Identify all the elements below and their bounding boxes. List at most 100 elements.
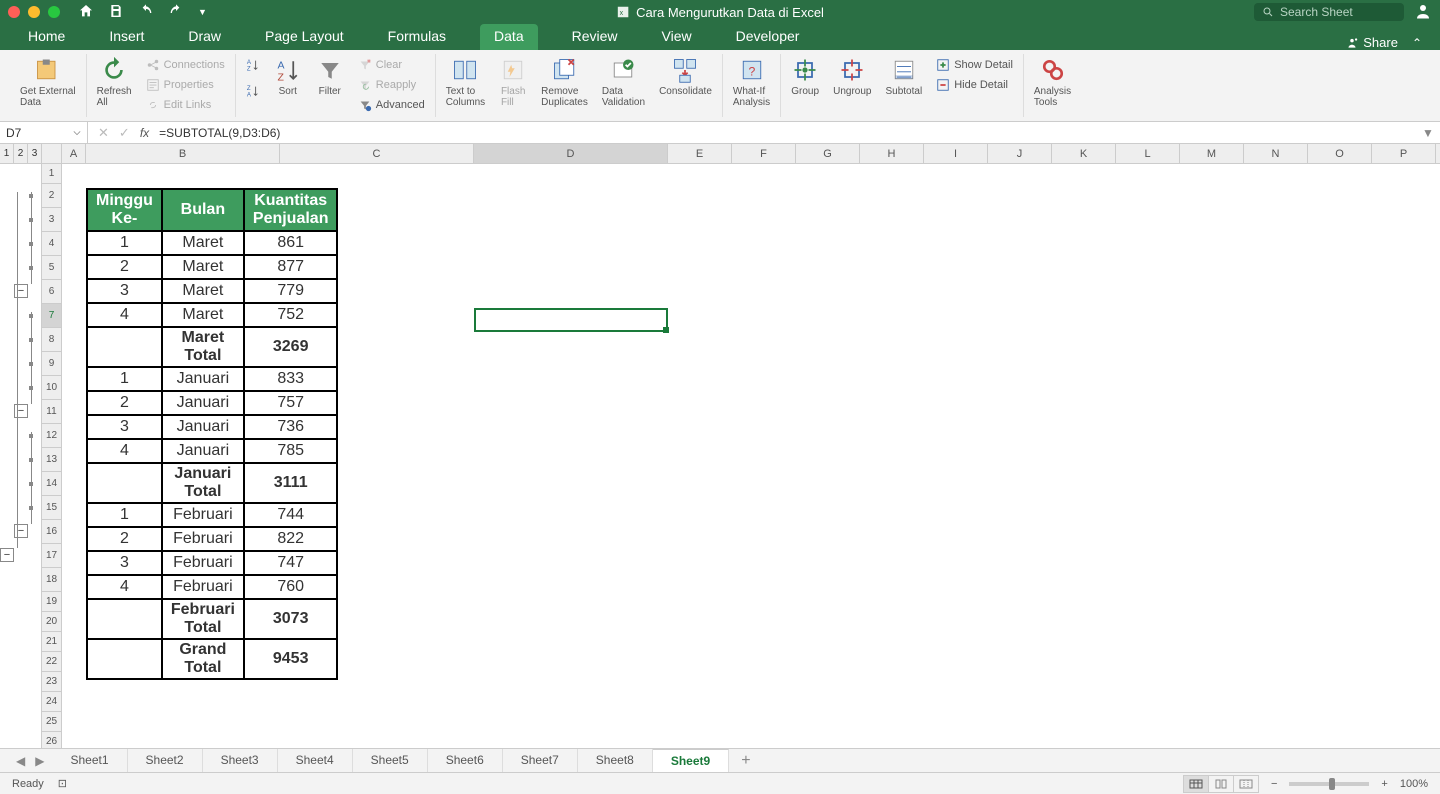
menu-tab-insert[interactable]: Insert	[99, 24, 154, 50]
cell[interactable]: 4	[87, 575, 162, 599]
sheet-tab-sheet8[interactable]: Sheet8	[578, 749, 653, 772]
row-header-8[interactable]: 8	[42, 328, 61, 352]
cell[interactable]: 861	[244, 231, 338, 255]
cell[interactable]: Februari Total	[162, 599, 244, 639]
table-row[interactable]: 2Januari757	[87, 391, 337, 415]
row-header-11[interactable]: 11	[42, 400, 61, 424]
cell[interactable]: 4	[87, 439, 162, 463]
table-row[interactable]: 3Maret779	[87, 279, 337, 303]
subtotal-button[interactable]: Subtotal	[885, 56, 922, 97]
sort-asc-button[interactable]: AZ	[246, 56, 260, 74]
row-header-12[interactable]: 12	[42, 424, 61, 448]
table-row[interactable]: 1Maret861	[87, 231, 337, 255]
cell[interactable]	[87, 599, 162, 639]
macro-record-icon[interactable]: ⊡	[58, 777, 67, 790]
sheet-tab-sheet7[interactable]: Sheet7	[503, 749, 578, 772]
row-header-3[interactable]: 3	[42, 208, 61, 232]
cell[interactable]: 1	[87, 231, 162, 255]
column-header-M[interactable]: M	[1180, 144, 1244, 163]
outline-level-3[interactable]: 3	[28, 144, 41, 163]
header-bulan[interactable]: Bulan	[162, 189, 244, 231]
cell[interactable]	[87, 639, 162, 679]
accept-formula-icon[interactable]: ✓	[119, 125, 130, 141]
cell[interactable]: Maret Total	[162, 327, 244, 367]
cell[interactable]: 2	[87, 527, 162, 551]
table-row[interactable]: 3Februari747	[87, 551, 337, 575]
row-header-4[interactable]: 4	[42, 232, 61, 256]
column-header-H[interactable]: H	[860, 144, 924, 163]
sheet-nav-next-icon[interactable]: ▶	[35, 754, 44, 768]
row-header-15[interactable]: 15	[42, 496, 61, 520]
row-header-13[interactable]: 13	[42, 448, 61, 472]
cell[interactable]: 744	[244, 503, 338, 527]
cell[interactable]: Januari Total	[162, 463, 244, 503]
row-header-18[interactable]: 18	[42, 568, 61, 592]
cell[interactable]: Maret	[162, 231, 244, 255]
row-header-5[interactable]: 5	[42, 256, 61, 280]
view-page-layout-button[interactable]	[1208, 775, 1234, 793]
cell[interactable]: Maret	[162, 303, 244, 327]
row-header-25[interactable]: 25	[42, 712, 61, 732]
row-header-19[interactable]: 19	[42, 592, 61, 612]
row-header-22[interactable]: 22	[42, 652, 61, 672]
text-to-columns-button[interactable]: Text to Columns	[446, 56, 485, 108]
sheet-tab-sheet5[interactable]: Sheet5	[353, 749, 428, 772]
outline-level-2[interactable]: 2	[14, 144, 28, 163]
column-header-B[interactable]: B	[86, 144, 280, 163]
sort-desc-button[interactable]: ZA	[246, 82, 260, 100]
column-header-P[interactable]: P	[1372, 144, 1436, 163]
what-if-analysis-button[interactable]: ?What-If Analysis	[733, 56, 770, 108]
row-header-20[interactable]: 20	[42, 612, 61, 632]
row-header-24[interactable]: 24	[42, 692, 61, 712]
cell[interactable]: 3	[87, 551, 162, 575]
table-row[interactable]: 2Februari822	[87, 527, 337, 551]
column-header-L[interactable]: L	[1116, 144, 1180, 163]
flash-fill-button[interactable]: Flash Fill	[499, 56, 527, 108]
column-header-F[interactable]: F	[732, 144, 796, 163]
table-row[interactable]: 4Januari785	[87, 439, 337, 463]
table-row[interactable]: 2Maret877	[87, 255, 337, 279]
column-header-G[interactable]: G	[796, 144, 860, 163]
row-header-23[interactable]: 23	[42, 672, 61, 692]
header-kuantitas[interactable]: Kuantitas Penjualan	[244, 189, 338, 231]
cell[interactable]: 747	[244, 551, 338, 575]
advanced-filter-button[interactable]: Advanced	[358, 96, 425, 114]
cell[interactable]: Januari	[162, 415, 244, 439]
cell[interactable]: Februari	[162, 503, 244, 527]
data-validation-button[interactable]: Data Validation	[602, 56, 645, 108]
add-sheet-button[interactable]: +	[729, 748, 762, 774]
refresh-all-button[interactable]: Refresh All	[97, 56, 132, 108]
properties-button[interactable]: Properties	[146, 76, 225, 94]
table-row[interactable]: 1Januari833	[87, 367, 337, 391]
sheet-tab-sheet3[interactable]: Sheet3	[203, 749, 278, 772]
collapse-ribbon-icon[interactable]: ⌃	[1412, 36, 1422, 50]
row-header-14[interactable]: 14	[42, 472, 61, 496]
row-header-7[interactable]: 7	[42, 304, 61, 328]
menu-tab-formulas[interactable]: Formulas	[378, 24, 456, 50]
cell[interactable]: 2	[87, 391, 162, 415]
menu-tab-review[interactable]: Review	[562, 24, 628, 50]
name-box[interactable]: D7	[0, 122, 88, 143]
zoom-out-button[interactable]: −	[1271, 778, 1277, 790]
sheet-tab-sheet6[interactable]: Sheet6	[428, 749, 503, 772]
cell[interactable]: 822	[244, 527, 338, 551]
row-header-2[interactable]: 2	[42, 184, 61, 208]
header-minggu[interactable]: Minggu Ke-	[87, 189, 162, 231]
cell[interactable]	[87, 463, 162, 503]
zoom-in-button[interactable]: +	[1381, 778, 1387, 790]
table-row[interactable]: Januari Total3111	[87, 463, 337, 503]
row-header-6[interactable]: 6	[42, 280, 61, 304]
table-row[interactable]: 4Februari760	[87, 575, 337, 599]
cell[interactable]: Januari	[162, 391, 244, 415]
cell[interactable]: Februari	[162, 551, 244, 575]
cell[interactable]: 752	[244, 303, 338, 327]
row-header-16[interactable]: 16	[42, 520, 61, 544]
column-header-C[interactable]: C	[280, 144, 474, 163]
cell[interactable]: 3	[87, 415, 162, 439]
cell[interactable]: 3269	[244, 327, 338, 367]
view-normal-button[interactable]	[1183, 775, 1209, 793]
menu-tab-page-layout[interactable]: Page Layout	[255, 24, 354, 50]
cell[interactable]: 1	[87, 367, 162, 391]
connections-button[interactable]: Connections	[146, 56, 225, 74]
row-header-26[interactable]: 26	[42, 732, 61, 748]
